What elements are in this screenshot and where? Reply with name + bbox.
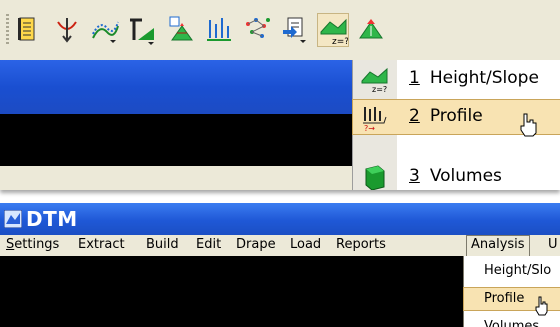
- export-icon[interactable]: [280, 14, 310, 46]
- triangle-analysis-icon[interactable]: [356, 14, 386, 46]
- svg-text:z=?: z=?: [372, 85, 387, 93]
- menu-label: Load: [290, 237, 322, 252]
- menubar-panel: DTM Settings Extract Build Edit Drape Lo…: [0, 203, 560, 327]
- point-scatter-icon[interactable]: [242, 14, 272, 46]
- drape-icon[interactable]: [52, 14, 82, 46]
- menu-item-label: Volumes: [484, 319, 540, 327]
- menu-label: Extract: [78, 237, 125, 252]
- report-book-icon[interactable]: [14, 14, 44, 46]
- dropdown-item-number: 3: [409, 166, 420, 186]
- menu-reports[interactable]: Reports: [336, 237, 386, 252]
- menu-label: Build: [146, 237, 179, 252]
- height-slope-icon: z=?: [360, 65, 390, 97]
- hand-cursor-icon: [535, 296, 548, 316]
- menu-load[interactable]: Load: [290, 237, 321, 252]
- menu-u[interactable]: U: [548, 237, 558, 252]
- slope-triangle-icon[interactable]: [128, 14, 158, 46]
- dropdown-item-height-slope[interactable]: z=? 1 Height/Slope: [353, 62, 560, 96]
- svg-text:?→: ?→: [364, 124, 375, 131]
- dropdown-item-label: Volumes: [429, 166, 502, 186]
- hand-cursor-icon: [520, 113, 537, 137]
- menu-label: U: [548, 237, 558, 252]
- dropdown-item-profile[interactable]: ?→ 2 Profile: [352, 99, 560, 137]
- toolbar-panel: z=? z=? 1 Height/Slope ?→ 2 Profile 3 Vo…: [0, 0, 560, 190]
- menu-item-label: Profile: [484, 291, 525, 306]
- dropdown-item-label: Height/Slope: [429, 68, 539, 88]
- vertical-profile-icon[interactable]: [204, 14, 234, 46]
- dtm-toolbar: z=?: [0, 0, 560, 60]
- analysis-dropdown: z=? 1 Height/Slope ?→ 2 Profile 3 Volumes: [352, 60, 560, 190]
- menu-item-label: Height/Slo: [484, 263, 552, 278]
- triangle-grid-icon[interactable]: [166, 14, 196, 46]
- menu-label: ettings: [14, 237, 60, 252]
- menu-settings[interactable]: Settings: [6, 237, 59, 252]
- dropdown-item-number: 1: [409, 68, 420, 88]
- contour-icon[interactable]: [90, 14, 120, 46]
- dtm-logo-icon: [4, 210, 22, 228]
- analysis-menu-volumes[interactable]: Volumes: [464, 316, 560, 327]
- analysis-menu-height-slope[interactable]: Height/Slo: [464, 260, 560, 282]
- toolbar-grip[interactable]: [6, 14, 9, 46]
- svg-text:z=?: z=?: [332, 37, 348, 46]
- volumes-icon: [360, 163, 390, 190]
- menu-label: Drape: [236, 237, 276, 252]
- menu-label: Reports: [336, 237, 386, 252]
- profile-icon: ?→: [360, 103, 390, 135]
- menu-label: Edit: [196, 237, 222, 252]
- analysis-menu: Height/Slo Profile Volumes: [463, 256, 560, 327]
- menu-extract[interactable]: Extract: [78, 237, 125, 252]
- menu-analysis[interactable]: Analysis: [466, 235, 530, 257]
- menu-drape[interactable]: Drape: [236, 237, 276, 252]
- dropdown-item-number: 2: [409, 106, 420, 126]
- menu-edit[interactable]: Edit: [196, 237, 221, 252]
- dropdown-item-volumes[interactable]: 3 Volumes: [353, 160, 560, 190]
- menu-build[interactable]: Build: [146, 237, 179, 252]
- window-title: DTM: [26, 207, 78, 231]
- dropdown-item-label: Profile: [429, 106, 483, 126]
- analysis-height-slope-icon[interactable]: z=?: [317, 13, 349, 47]
- menu-bar: Settings Extract Build Edit Drape Load R…: [0, 235, 560, 257]
- menu-label: Analysis: [471, 237, 525, 252]
- window-titlebar: DTM: [0, 203, 560, 235]
- analysis-menu-profile[interactable]: Profile: [463, 287, 560, 316]
